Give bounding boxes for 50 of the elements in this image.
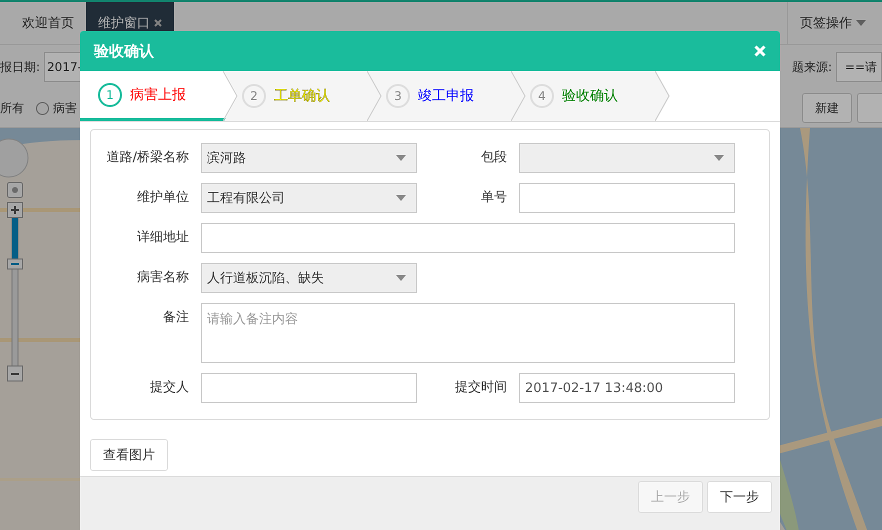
zoom-slider-icon[interactable] <box>7 202 23 382</box>
wizard-step[interactable]: 1 病害上报 <box>80 71 238 121</box>
step-divider <box>655 71 670 121</box>
input-field[interactable] <box>201 373 417 403</box>
dialog-title: 验收确认 <box>94 42 154 60</box>
field-value: 工程有限公司 <box>207 190 285 207</box>
wizard-step[interactable]: 4 验收确认 <box>512 71 670 121</box>
radio-label: 所有 <box>0 100 24 116</box>
step-divider <box>367 71 382 121</box>
pan-control-icon[interactable] <box>0 138 29 178</box>
select-field[interactable] <box>519 143 735 173</box>
input-field[interactable] <box>201 223 735 253</box>
field-label: 道路/桥梁名称 <box>106 149 190 167</box>
next-button[interactable]: 下一步 <box>707 481 772 513</box>
field-label: 备注 <box>162 309 190 327</box>
field-label: 提交人 <box>149 379 190 397</box>
select-field[interactable]: 工程有限公司 <box>201 183 417 213</box>
caret-icon <box>396 275 406 281</box>
field-value: 人行道板沉陷、缺失 <box>207 270 324 287</box>
close-icon[interactable] <box>154 19 162 27</box>
select-field[interactable]: 滨河路 <box>201 143 417 173</box>
input-field[interactable] <box>519 183 735 213</box>
view-images-button[interactable]: 查看图片 <box>90 439 168 471</box>
field-label: 单号 <box>480 189 508 207</box>
field-label: 详细地址 <box>136 229 190 247</box>
new-button[interactable]: 新建 <box>802 93 852 123</box>
page-tab[interactable]: 欢迎首页 <box>10 2 86 44</box>
filter-label: 报日期: <box>0 58 40 76</box>
field-label: 病害名称 <box>136 269 190 287</box>
caret-icon <box>396 155 406 161</box>
remarks-field[interactable]: 请输入备注内容 <box>201 303 735 363</box>
field-value: 滨河路 <box>207 150 246 167</box>
radio-button[interactable] <box>36 102 49 114</box>
wizard-step[interactable]: 3 竣工申报 <box>368 71 526 121</box>
filter-label: 题来源: <box>792 58 832 76</box>
select-field[interactable]: 人行道板沉陷、缺失 <box>201 263 417 293</box>
caret-icon <box>856 20 866 26</box>
step-divider <box>511 71 526 121</box>
tab-actions-menu[interactable]: 页签操作 <box>787 2 882 44</box>
field-label: 维护单位 <box>136 189 190 207</box>
locate-icon[interactable] <box>7 182 23 198</box>
step-divider <box>223 71 238 121</box>
field-label: 包段 <box>480 149 508 167</box>
caret-icon <box>714 155 724 161</box>
input-field[interactable]: 2017-02-17 13:48:00 <box>519 373 735 403</box>
source-select[interactable]: ==请 <box>836 52 882 82</box>
field-value: 2017-02-17 13:48:00 <box>525 380 664 396</box>
radio-label: 病害 <box>53 100 77 116</box>
field-label: 提交时间 <box>454 379 508 397</box>
caret-icon <box>396 195 406 201</box>
